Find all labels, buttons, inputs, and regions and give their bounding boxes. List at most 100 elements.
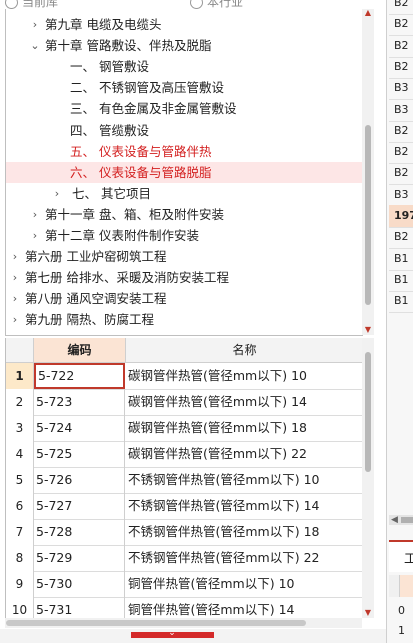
table-row[interactable]: 6 5-727 不锈钢管伴热管(管径mm以下) 14 (6, 493, 363, 520)
name-cell[interactable]: 不锈钢管伴热管(管径mm以下) 22 (126, 545, 363, 571)
code-cell[interactable]: 5-724 (34, 415, 125, 441)
code-cell[interactable]: 5-731 (34, 597, 125, 618)
name-cell[interactable]: 不锈钢管伴热管(管径mm以下) 10 (126, 467, 363, 493)
right-cell[interactable]: B2 (389, 56, 413, 79)
tree-scroll-thumb[interactable] (365, 125, 371, 305)
right-cell[interactable]: 197 (389, 205, 413, 228)
code-cell[interactable]: 5-730 (34, 571, 125, 597)
tree-node[interactable]: › 第十一章 盘、箱、柜及附件安装 (6, 204, 363, 225)
right-cell[interactable]: B1 (389, 269, 413, 292)
right-cell[interactable]: B3 (389, 99, 413, 122)
table-row[interactable]: 5 5-726 不锈钢管伴热管(管径mm以下) 10 (6, 467, 363, 494)
tree-vertical-scrollbar[interactable]: ▲ ▼ (362, 9, 374, 335)
tree-node[interactable]: › 第六册 工业炉窑砌筑工程 (6, 246, 363, 267)
row-number[interactable]: 5 (6, 467, 34, 493)
right-horizontal-scrollbar[interactable]: ◀ (389, 515, 413, 525)
table-row[interactable]: 9 5-730 铜管伴热管(管径mm以下) 10 (6, 571, 363, 598)
code-cell[interactable]: 5-726 (34, 467, 125, 493)
table-hscroll-thumb[interactable] (6, 620, 306, 626)
chevron-right-icon[interactable]: › (10, 267, 20, 288)
code-cell[interactable]: 5-723 (34, 389, 125, 415)
right-grid-row[interactable]: 1 (389, 622, 413, 640)
row-number[interactable]: 2 (6, 389, 34, 415)
chevron-right-icon[interactable]: › (10, 288, 20, 309)
radio-option[interactable]: 当前库 (5, 0, 58, 9)
right-cell[interactable]: B2 (389, 35, 413, 58)
tree-node[interactable]: › 第九册 隔热、防腐工程 (6, 309, 363, 330)
tree-node[interactable]: › 第七册 给排水、采暖及消防安装工程 (6, 267, 363, 288)
chevron-right-icon[interactable]: › (30, 204, 40, 225)
scroll-down-arrow-icon[interactable]: ▼ (364, 609, 372, 617)
scroll-down-arrow-icon[interactable]: ▼ (364, 326, 372, 334)
name-cell[interactable]: 碳钢管伴热管(管径mm以下) 10 (126, 363, 363, 389)
table-horizontal-scrollbar[interactable] (5, 618, 362, 628)
chevron-down-icon[interactable]: ⌄ (165, 628, 179, 638)
radio-circle-icon[interactable] (5, 0, 18, 9)
table-row[interactable]: 1 5-722 碳钢管伴热管(管径mm以下) 10 (6, 363, 363, 390)
table-row[interactable]: 8 5-729 不锈钢管伴热管(管径mm以下) 22 (6, 545, 363, 572)
tree-node[interactable]: 二、 不锈钢管及高压管敷设 (6, 77, 363, 98)
row-number[interactable]: 8 (6, 545, 34, 571)
right-grid-row[interactable]: 0 (389, 602, 413, 620)
name-cell[interactable]: 铜管伴热管(管径mm以下) 14 (126, 597, 363, 618)
name-cell[interactable]: 不锈钢管伴热管(管径mm以下) 18 (126, 519, 363, 545)
code-cell[interactable]: 5-722 (34, 363, 125, 389)
radio-circle-icon[interactable] (190, 0, 203, 9)
code-cell[interactable]: 5-729 (34, 545, 125, 571)
tree-node[interactable]: 五、 仪表设备与管路伴热 (6, 141, 363, 162)
table-row[interactable]: 7 5-728 不锈钢管伴热管(管径mm以下) 18 (6, 519, 363, 546)
tree-node[interactable]: › 第八册 通风空调安装工程 (6, 288, 363, 309)
tree-node[interactable]: 六、 仪表设备与管路脱脂 (6, 161, 363, 183)
tree-node[interactable]: 一、 钢管敷设 (6, 56, 363, 77)
tree-node[interactable]: ⌄ 第十章 管路敷设、伴热及脱脂 (6, 35, 363, 56)
name-cell[interactable]: 碳钢管伴热管(管径mm以下) 14 (126, 389, 363, 415)
row-number[interactable]: 10 (6, 597, 34, 618)
table-row[interactable]: 2 5-723 碳钢管伴热管(管径mm以下) 14 (6, 389, 363, 416)
row-number[interactable]: 3 (6, 415, 34, 441)
table-row[interactable]: 3 5-724 碳钢管伴热管(管径mm以下) 18 (6, 415, 363, 442)
right-cell[interactable]: B2 (389, 226, 413, 250)
code-cell[interactable]: 5-728 (34, 519, 125, 545)
right-tab[interactable]: 工 (389, 540, 413, 572)
name-cell[interactable]: 碳钢管伴热管(管径mm以下) 18 (126, 415, 363, 441)
name-cell[interactable]: 不锈钢管伴热管(管径mm以下) 14 (126, 493, 363, 519)
right-cell[interactable]: B3 (389, 184, 413, 207)
right-cell[interactable]: B1 (389, 290, 413, 314)
scroll-up-arrow-icon[interactable]: ▲ (364, 9, 372, 17)
right-cell[interactable]: B3 (389, 77, 413, 101)
right-cell[interactable]: B2 (389, 13, 413, 37)
tree-node[interactable]: › 第九章 电缆及电缆头 (6, 14, 363, 35)
tree-node[interactable]: › 七、 其它项目 (6, 183, 363, 204)
chevron-down-icon[interactable]: ⌄ (30, 35, 40, 56)
right-cell[interactable]: B2 (389, 141, 413, 165)
table-scroll-thumb[interactable] (365, 352, 371, 472)
row-number[interactable]: 9 (6, 571, 34, 597)
column-header-code[interactable]: 编码 (34, 338, 126, 362)
tree-node[interactable]: 四、 管缆敷设 (6, 120, 363, 141)
row-number[interactable]: 1 (6, 363, 34, 389)
right-hscroll-thumb[interactable] (401, 517, 413, 523)
tree-node[interactable]: › 第十二章 仪表附件制作安装 (6, 225, 363, 246)
name-cell[interactable]: 铜管伴热管(管径mm以下) 10 (126, 571, 363, 597)
code-cell[interactable]: 5-725 (34, 441, 125, 467)
radio-option[interactable]: 本行业 (190, 0, 243, 9)
chevron-right-icon[interactable]: › (10, 246, 20, 267)
table-row[interactable]: 10 5-731 铜管伴热管(管径mm以下) 14 (6, 597, 363, 618)
table-vertical-scrollbar[interactable]: ▼ (362, 338, 374, 618)
name-cell[interactable]: 碳钢管伴热管(管径mm以下) 22 (126, 441, 363, 467)
code-cell[interactable]: 5-727 (34, 493, 125, 519)
right-cell[interactable]: B2 (389, 162, 413, 186)
scroll-left-arrow-icon[interactable]: ◀ (391, 515, 398, 525)
tree-node[interactable]: 三、 有色金属及非金属管敷设 (6, 98, 363, 119)
row-number[interactable]: 6 (6, 493, 34, 519)
chevron-right-icon[interactable]: › (52, 183, 62, 204)
right-cell[interactable]: B2 (389, 120, 413, 143)
table-row[interactable]: 4 5-725 碳钢管伴热管(管径mm以下) 22 (6, 441, 363, 468)
row-number[interactable]: 7 (6, 519, 34, 545)
chevron-right-icon[interactable]: › (30, 225, 40, 246)
right-cell[interactable]: B1 (389, 248, 413, 271)
row-number[interactable]: 4 (6, 441, 34, 467)
column-header-name[interactable]: 名称 (126, 338, 363, 362)
chevron-right-icon[interactable]: › (10, 309, 20, 330)
chevron-right-icon[interactable]: › (30, 14, 40, 35)
